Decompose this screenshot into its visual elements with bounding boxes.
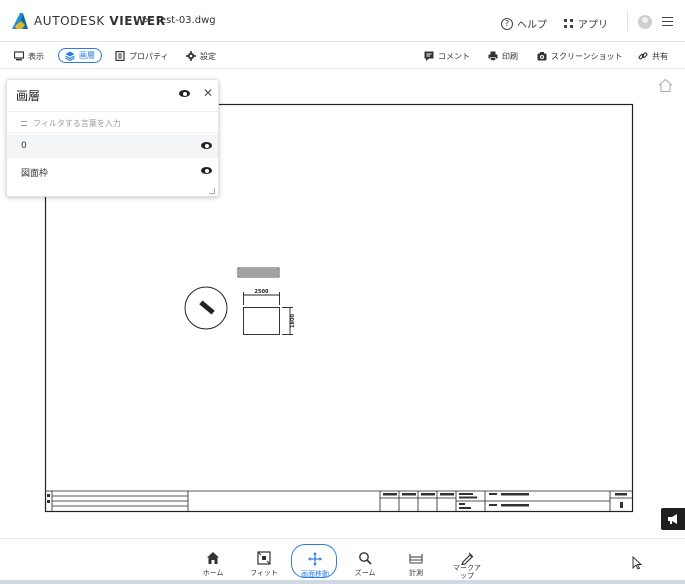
gear-icon <box>186 51 196 61</box>
nav-zoom-button[interactable]: ズーム <box>342 544 388 578</box>
toolbar-settings-button[interactable]: 設定 <box>186 49 216 63</box>
panel-title: 画層 <box>16 89 41 103</box>
toolbar-screenshot-label: スクリーンショット <box>551 51 623 61</box>
nav-markup-label: マークア ップ <box>453 564 481 580</box>
help-label: ヘルプ <box>517 20 547 31</box>
layer-visibility-eye-icon[interactable] <box>201 167 212 174</box>
circle-symbol <box>184 286 228 330</box>
dimension-height-label: 1800 <box>290 314 296 328</box>
pen-icon <box>461 552 474 565</box>
ruler-icon <box>409 554 423 564</box>
bottom-edge-strip <box>0 580 685 584</box>
apps-grid-icon <box>564 18 573 28</box>
hamburger-menu-icon[interactable] <box>662 17 673 26</box>
printer-icon <box>488 51 498 61</box>
megaphone-icon <box>668 514 677 524</box>
toolbar-share-label: 共有 <box>652 51 668 61</box>
layers-icon <box>65 51 75 61</box>
breadcrumb-separator: > <box>141 13 152 27</box>
toolbar-layers-label: 画層 <box>79 51 95 60</box>
help-button[interactable]: ? ヘルプ <box>501 16 547 31</box>
nav-markup-button[interactable]: マークア ップ <box>444 544 490 580</box>
user-avatar[interactable] <box>638 15 652 29</box>
dimensioned-rectangle <box>243 292 293 335</box>
filter-input[interactable]: フィルタする言葉を入力 <box>33 118 121 129</box>
header-divider <box>627 11 628 31</box>
toolbar-view-label: 表示 <box>28 51 44 61</box>
toolbar-print-label: 印刷 <box>502 51 518 61</box>
monitor-icon <box>14 51 24 61</box>
navigation-toolbar: ホーム フィット 画面移動 ズーム 計測 マークア ップ <box>0 538 685 582</box>
layers-panel: 画層 ✕ フィルタする言葉を入力 0 図面枠 <box>6 79 219 197</box>
toolbar-view-button[interactable]: 表示 <box>14 49 44 63</box>
fit-icon <box>257 551 271 565</box>
toolbar-properties-button[interactable]: プロパティ <box>115 49 169 63</box>
panel-resize-handle[interactable] <box>209 188 215 194</box>
pan-arrows-icon <box>308 552 322 566</box>
mouse-cursor-icon <box>632 556 642 570</box>
dimension-width-label: 2500 <box>255 289 269 295</box>
file-name: test-03.dwg <box>156 15 216 26</box>
camera-icon <box>537 52 547 61</box>
toolbar-layers-button[interactable]: 画層 <box>58 48 102 63</box>
magnifier-icon <box>359 552 372 565</box>
autodesk-logo-icon <box>12 13 28 29</box>
toolbar-print-button[interactable]: 印刷 <box>488 49 518 63</box>
nav-measure-button[interactable]: 計測 <box>393 544 439 578</box>
nav-measure-label: 計測 <box>409 569 423 577</box>
layer-filter[interactable]: フィルタする言葉を入力 <box>7 111 218 133</box>
layer-name: 図面枠 <box>21 169 49 179</box>
toolbar-comment-button[interactable]: コメント <box>424 49 470 63</box>
nav-home-label: ホーム <box>202 569 224 577</box>
layer-row[interactable]: 0 <box>7 134 218 158</box>
apps-button[interactable]: アプリ <box>564 16 608 31</box>
toolbar-share-button[interactable]: 共有 <box>638 49 668 63</box>
announcement-button[interactable] <box>661 508 685 530</box>
toolbar: 表示 画層 プロパティ 設定 コメント 印刷 スクリーンショット 共有 <box>0 43 685 69</box>
apps-label: アプリ <box>578 20 608 31</box>
toolbar-properties-label: プロパティ <box>129 51 169 61</box>
title-block <box>45 490 633 511</box>
toolbar-settings-label: 設定 <box>200 51 216 61</box>
comment-icon <box>424 51 434 61</box>
help-icon: ? <box>501 17 513 30</box>
toolbar-comment-label: コメント <box>438 51 470 61</box>
viewer-app: AUTODESK VIEWER > test-03.dwg ? ヘルプ アプリ … <box>0 0 685 584</box>
nav-fit-label: フィット <box>250 569 278 577</box>
layer-row[interactable]: 図面枠 <box>7 159 218 183</box>
filter-icon <box>21 121 27 126</box>
close-icon[interactable]: ✕ <box>203 86 213 100</box>
nav-home-button[interactable]: ホーム <box>190 544 236 578</box>
nav-fit-button[interactable]: フィット <box>241 544 287 578</box>
toggle-all-visibility-icon[interactable] <box>179 90 190 97</box>
link-icon <box>638 52 648 60</box>
nav-zoom-label: ズーム <box>354 569 376 577</box>
toolbar-screenshot-button[interactable]: スクリーンショット <box>537 49 623 63</box>
home-icon <box>207 552 219 564</box>
hatch-strip <box>237 267 280 278</box>
nav-pan-label: 画面移動 <box>301 570 329 578</box>
properties-icon <box>115 51 125 61</box>
viewcube-home-icon[interactable] <box>659 79 672 92</box>
header-bar: AUTODESK VIEWER > test-03.dwg ? ヘルプ アプリ <box>0 0 685 42</box>
nav-pan-button[interactable]: 画面移動 <box>291 544 337 578</box>
layer-name: 0 <box>21 141 27 151</box>
layer-visibility-eye-icon[interactable] <box>201 142 212 149</box>
